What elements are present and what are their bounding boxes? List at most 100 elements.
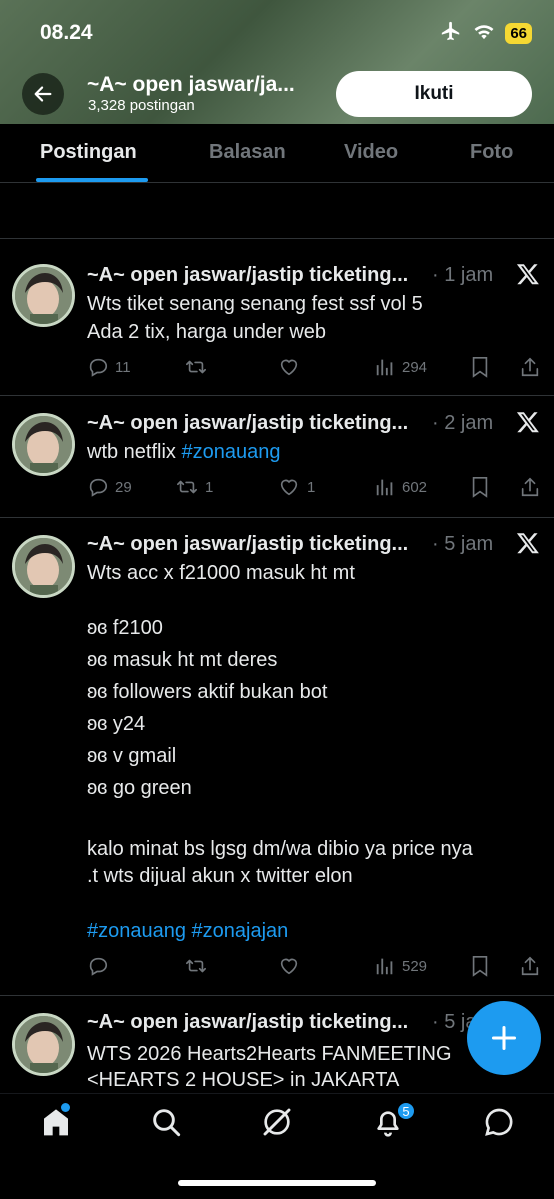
author-name[interactable]: ~A~ open jaswar/jastip ticketing... xyxy=(87,533,408,556)
post-count: 3,328 postingan xyxy=(88,97,195,114)
active-tab-indicator xyxy=(36,178,148,182)
tweet-actions: 29 1 1 602 xyxy=(87,476,542,502)
back-arrow-icon xyxy=(34,86,52,102)
bookmark-icon xyxy=(472,956,488,977)
tab-video[interactable]: Video xyxy=(344,141,398,164)
tweet[interactable]: ~A~ open jaswar/jastip ticketing... · 5 … xyxy=(0,518,554,996)
tweet-text-line: wtb netflix #zonauang xyxy=(87,436,280,468)
x-logo-icon xyxy=(516,262,542,288)
reply-count: 29 xyxy=(115,478,132,496)
home-indicator xyxy=(178,1180,376,1186)
retweet-icon xyxy=(186,959,206,973)
tab-replies[interactable]: Balasan xyxy=(209,141,286,164)
x-logo-icon xyxy=(516,410,542,436)
follow-button[interactable]: Ikuti xyxy=(336,71,532,117)
tweet-actions: 11 294 xyxy=(87,356,542,382)
tweet-text-line: ʚɞ masuk ht mt deres xyxy=(87,649,278,671)
tweet-text-line: ʚɞ go green xyxy=(87,777,192,799)
retweet-button[interactable] xyxy=(184,356,214,378)
share-button[interactable] xyxy=(519,476,541,498)
nav-messages[interactable] xyxy=(483,1106,515,1138)
avatar[interactable] xyxy=(12,535,75,598)
reply-button[interactable]: 29 xyxy=(87,476,132,498)
reply-count: 11 xyxy=(115,358,131,376)
reply-icon xyxy=(89,957,108,976)
airplane-icon xyxy=(439,20,463,47)
like-icon xyxy=(280,359,298,376)
reply-icon xyxy=(89,478,108,497)
share-icon xyxy=(521,956,539,976)
like-count: 1 xyxy=(307,478,316,496)
bookmark-button[interactable] xyxy=(470,476,490,498)
tweet-text-line: ʚɞ f2100 xyxy=(87,617,163,639)
retweet-button[interactable]: 1 xyxy=(175,476,213,498)
hashtag-link[interactable]: #zonauang xyxy=(181,441,280,463)
retweet-icon xyxy=(186,360,206,374)
author-name[interactable]: ~A~ open jaswar/jastip ticketing... xyxy=(87,1011,408,1034)
reply-button[interactable]: 11 xyxy=(87,356,131,378)
retweet-button[interactable] xyxy=(184,955,214,977)
time-value: 2 jam xyxy=(444,412,494,434)
retweet-icon xyxy=(177,480,197,494)
tweet-time: · 1 jam xyxy=(432,264,494,286)
tweet[interactable]: ~A~ open jaswar/jastip ticketing... · 2 … xyxy=(0,396,554,518)
retweet-count: 1 xyxy=(205,478,214,496)
tab-posts[interactable]: Postingan xyxy=(40,141,137,164)
share-button[interactable] xyxy=(519,356,541,378)
time-value: 1 jam xyxy=(444,264,494,286)
like-icon xyxy=(280,958,298,975)
avatar[interactable] xyxy=(12,264,75,327)
views-icon xyxy=(376,359,393,376)
tweet-time: · 5 jam xyxy=(432,533,494,555)
share-button[interactable] xyxy=(519,955,541,977)
bookmark-icon xyxy=(472,477,488,498)
views-count: 294 xyxy=(402,358,428,376)
author-name[interactable]: ~A~ open jaswar/jastip ticketing... xyxy=(87,412,408,435)
status-icons: 66 xyxy=(439,20,532,47)
reply-icon xyxy=(89,358,108,377)
tweet-actions: 529 xyxy=(87,955,542,981)
tweet-text-line: Wts acc x f21000 masuk ht mt xyxy=(87,562,355,584)
profile-tabs: Postingan Balasan Video Foto xyxy=(0,124,554,183)
views-button[interactable]: 529 xyxy=(374,955,427,977)
views-count: 602 xyxy=(402,478,428,496)
like-icon xyxy=(280,479,298,496)
views-icon xyxy=(376,958,393,975)
tweet-text-line: .t wts dijual akun x twitter elon xyxy=(87,865,353,887)
views-button[interactable]: 602 xyxy=(374,476,427,498)
avatar[interactable] xyxy=(12,413,75,476)
wifi-icon xyxy=(473,22,495,45)
grok-icon xyxy=(263,1108,291,1136)
nav-search[interactable] xyxy=(150,1106,182,1138)
views-button[interactable]: 294 xyxy=(374,356,427,378)
search-icon xyxy=(153,1109,181,1137)
share-icon xyxy=(521,477,539,497)
tweet-text-line: <HEARTS 2 HOUSE> in JAKARTA xyxy=(87,1069,400,1091)
messages-icon xyxy=(485,1108,513,1136)
like-button[interactable]: 1 xyxy=(277,476,315,498)
avatar[interactable] xyxy=(12,1013,75,1076)
tweet-text-line: ʚɞ v gmail xyxy=(87,745,177,767)
hashtag-link[interactable]: #zonauang #zonajajan xyxy=(87,915,288,947)
views-count: 529 xyxy=(402,957,428,975)
battery-indicator: 66 xyxy=(505,23,532,44)
bookmark-button[interactable] xyxy=(470,356,490,378)
back-button[interactable] xyxy=(22,73,64,115)
time-value: 5 jam xyxy=(444,533,494,555)
like-button[interactable] xyxy=(277,955,307,977)
profile-header: 08.24 66 ~A~ open jaswar/ja... 3,328 pos… xyxy=(0,0,554,124)
home-new-dot xyxy=(61,1103,70,1112)
reply-button[interactable] xyxy=(87,955,115,977)
status-time: 08.24 xyxy=(40,21,93,44)
tweet-text-line: Ada 2 tix, harga under web xyxy=(87,321,327,343)
compose-button[interactable] xyxy=(467,1001,541,1075)
share-icon xyxy=(521,357,539,377)
like-button[interactable] xyxy=(277,356,307,378)
compose-icon xyxy=(491,1025,517,1051)
tab-photos[interactable]: Foto xyxy=(470,141,513,164)
nav-grok[interactable] xyxy=(261,1106,293,1138)
tweet[interactable]: ~A~ open jaswar/jastip ticketing... · 1 … xyxy=(0,239,554,396)
author-name[interactable]: ~A~ open jaswar/jastip ticketing... xyxy=(87,264,408,287)
bookmark-button[interactable] xyxy=(470,955,490,977)
tweet-text: wtb netflix xyxy=(87,441,182,463)
